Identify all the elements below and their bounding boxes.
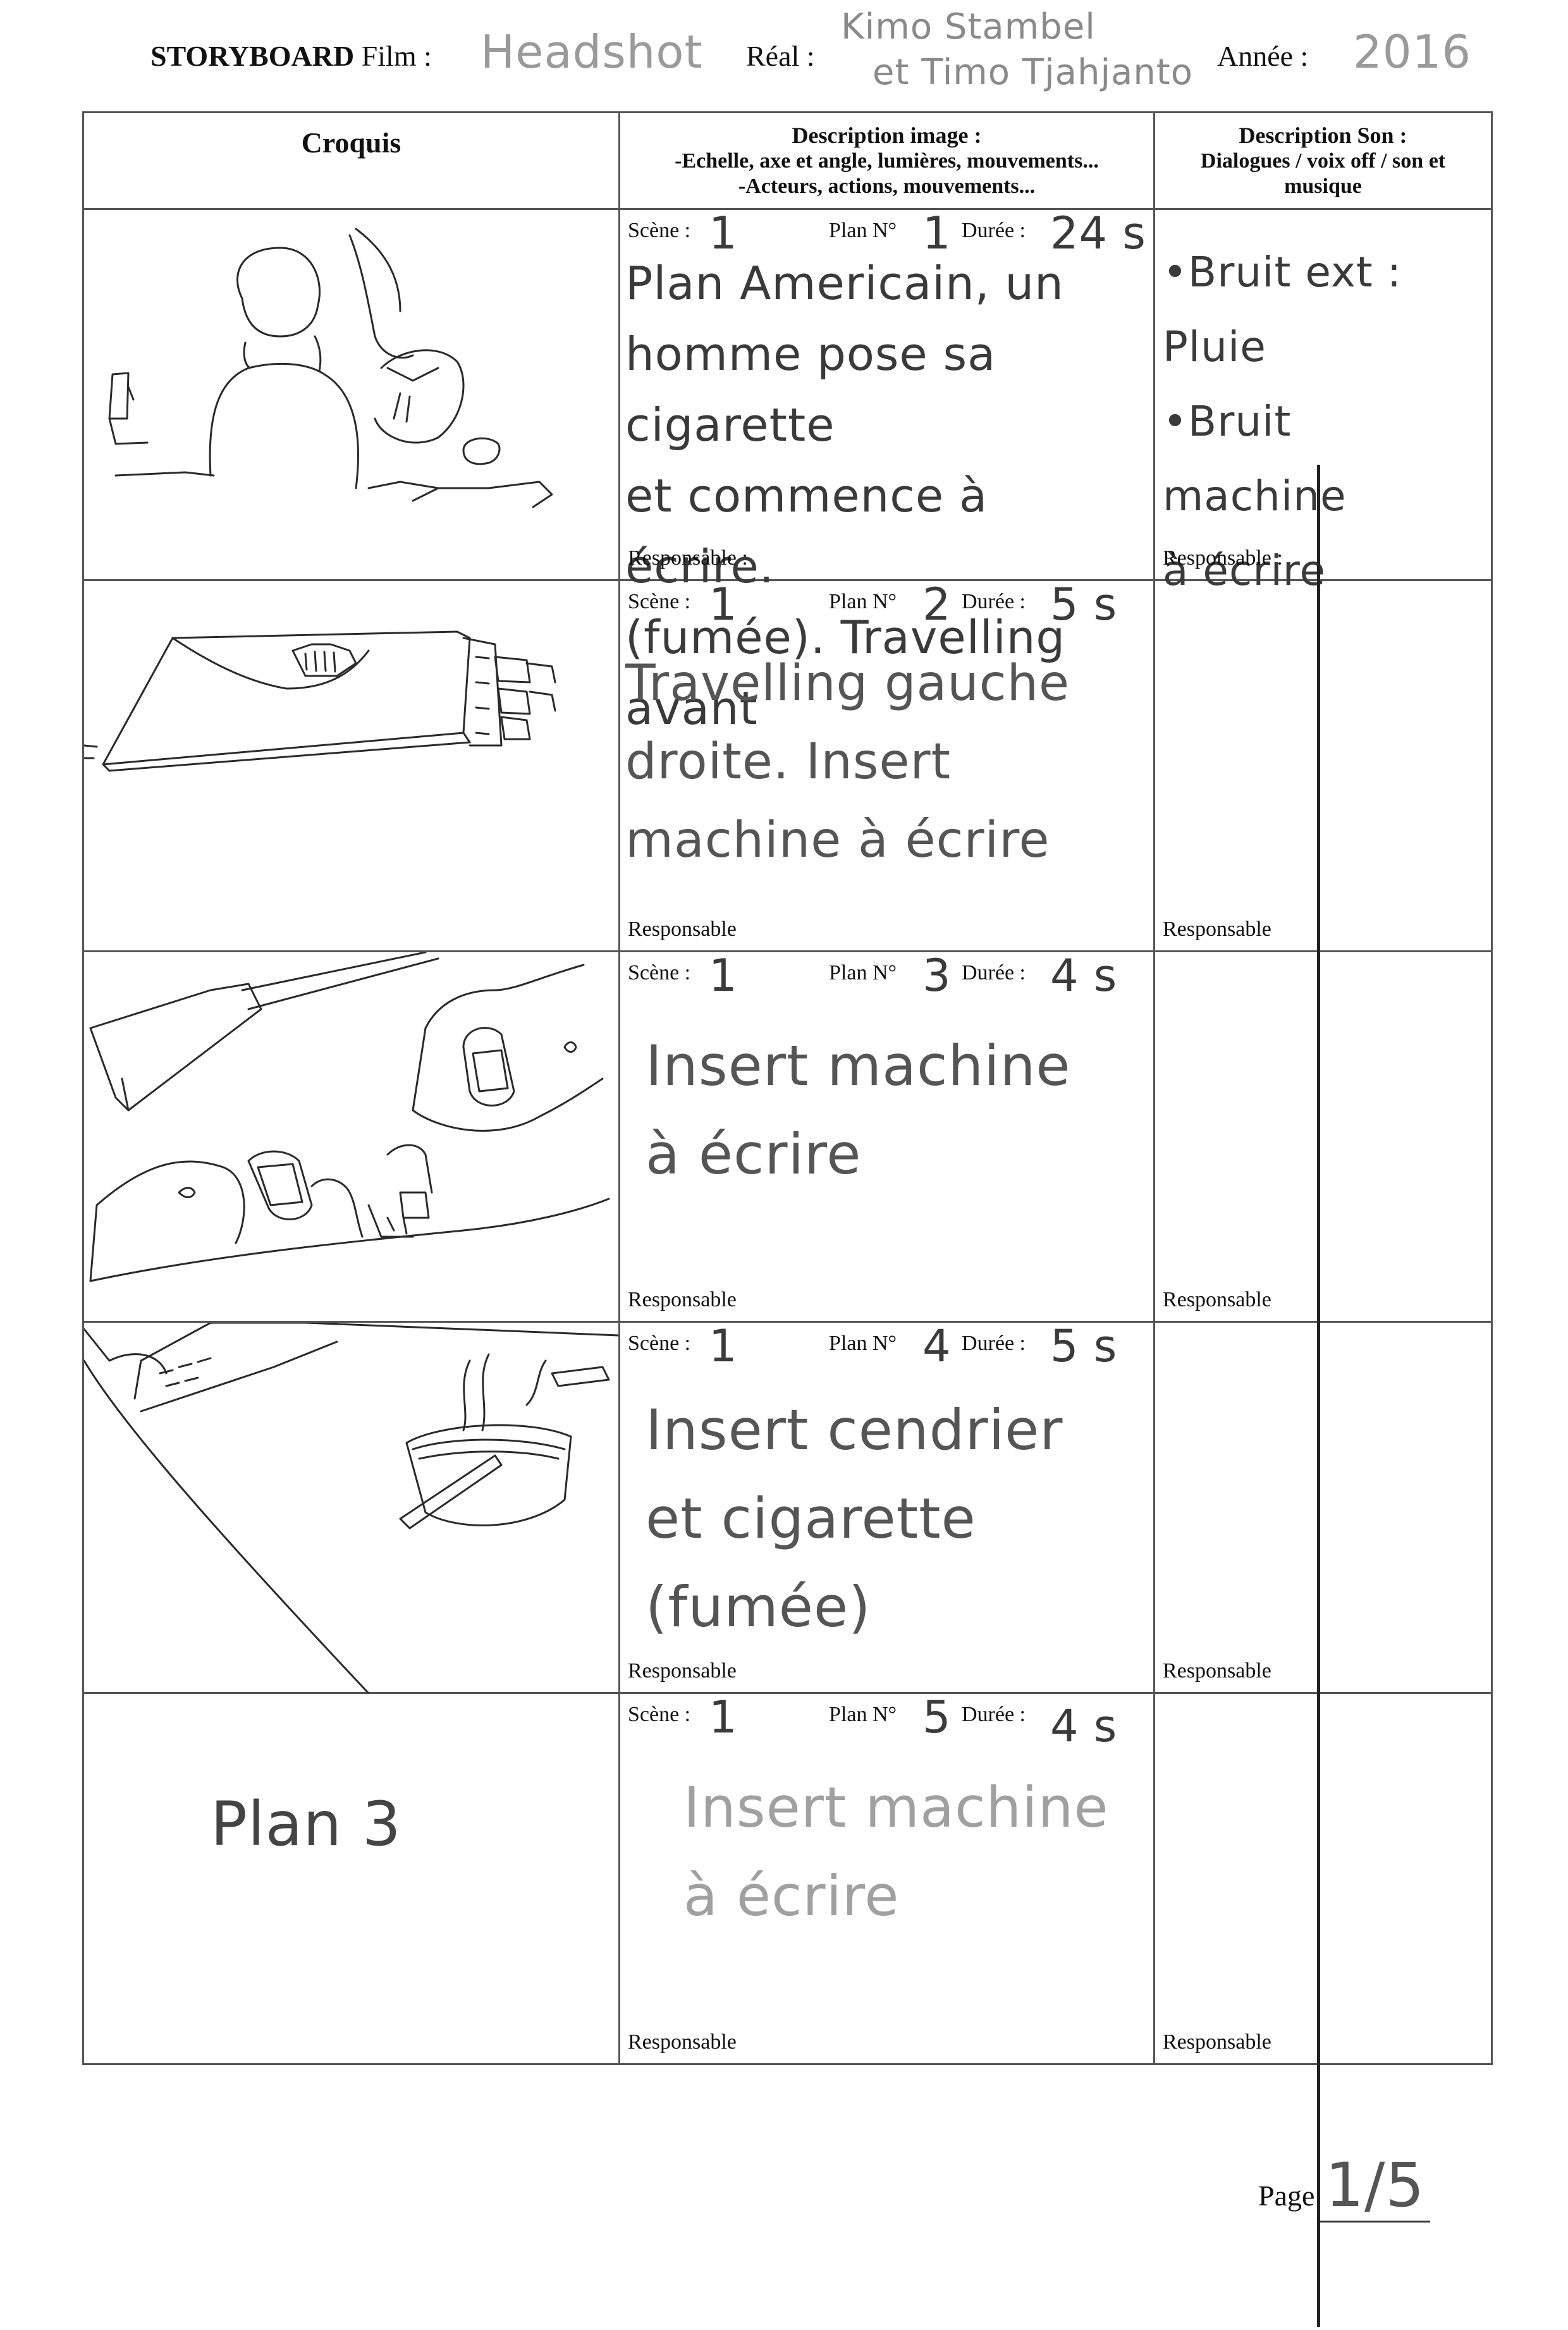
sound-cell: Responsable	[1153, 579, 1493, 952]
plan-label: Plan N°	[829, 589, 897, 613]
scene-value: 1	[709, 578, 738, 630]
desc-column-sub1: -Echelle, axe et angle, lumières, mouvem…	[675, 149, 1099, 173]
storyboard-table: Croquis Description image : -Echelle, ax…	[82, 111, 1493, 2065]
table-header-row: Croquis Description image : -Echelle, ax…	[82, 111, 1493, 211]
plan-value: 4	[922, 1320, 952, 1373]
responsable-label: Responsable	[628, 917, 737, 941]
duree-value: 5 s	[1050, 1320, 1118, 1373]
duree-label: Durée :	[962, 219, 1026, 243]
duree-value: 5 s	[1050, 578, 1118, 630]
scene-label: Scène :	[628, 960, 691, 984]
sound-cell: Responsable	[1153, 1692, 1493, 2065]
description-cell: Scène : 1 Plan N° 5 Durée : 4 s Insert m…	[618, 1691, 1155, 2065]
scene-value: 1	[709, 1691, 738, 1744]
sound-cell: •Bruit ext : Pluie •Bruit machine à écri…	[1153, 208, 1493, 595]
table-row: Scène : 1 Plan N° 3 Durée : 4 s Insert m…	[82, 949, 1493, 1323]
responsable-label: Responsable	[1163, 917, 1271, 941]
plan-value: 3	[922, 949, 952, 1002]
scene-label: Scène :	[628, 589, 691, 613]
storyboard-title: STORYBOARD	[150, 40, 355, 72]
sketch-cell	[82, 579, 620, 952]
responsable-label: Responsable	[628, 1288, 737, 1312]
desc-column-title: Description image :	[792, 123, 982, 148]
description-text: Insert machine à écrire	[683, 1775, 1109, 1929]
film-value: Headshot	[481, 25, 703, 78]
sound-cell: Responsable	[1153, 1321, 1493, 1695]
page-label: Page	[1258, 2180, 1315, 2212]
year-value: 2016	[1353, 25, 1472, 78]
page-number: 1/5	[1320, 2150, 1430, 2223]
scene-label: Scène :	[628, 1332, 691, 1356]
sketch-man-at-desk	[108, 228, 553, 508]
duree-label: Durée :	[962, 1332, 1026, 1356]
sketch-reference-text: Plan 3	[211, 1789, 401, 1860]
sound-column-sub2: musique	[1284, 175, 1362, 198]
real-value-line1: Kimo Stambel	[841, 6, 1096, 47]
description-cell: Scène : 1 Plan N° 3 Durée : 4 s Insert m…	[618, 949, 1155, 1323]
scene-value: 1	[709, 949, 738, 1002]
plan-label: Plan N°	[829, 219, 897, 243]
duree-label: Durée :	[962, 960, 1026, 984]
sketch-column-header: Croquis	[82, 111, 620, 211]
description-cell: Scène : 1 Plan N° 1 Durée : 24 s Plan Am…	[618, 207, 1155, 735]
table-row: Scène : 1 Plan N° 4 Durée : 5 s Insert c…	[82, 1320, 1493, 1695]
sketch-typewriter	[84, 630, 556, 772]
plan-label: Plan N°	[829, 960, 897, 984]
desc-column-header: Description image : -Echelle, axe et ang…	[618, 111, 1155, 211]
duree-label: Durée :	[962, 1703, 1026, 1727]
sketch-typewriter-keys	[89, 952, 610, 1282]
table-row: Scène : 1 Plan N° 2 Durée : 5 s Travelli…	[82, 578, 1493, 952]
responsable-label: Responsable	[628, 1659, 737, 1683]
plan-value: 5	[922, 1691, 952, 1744]
description-text: Travelling gauche droite. Insert machine…	[625, 654, 1070, 869]
real-value-line2: et Timo Tjahjanto	[873, 52, 1194, 93]
table-row: Plan 3 Scène : 1 Plan N° 5 Durée : 4 s I…	[82, 1691, 1493, 2065]
responsable-label: Responsable	[628, 2030, 737, 2054]
sound-cell: Responsable	[1153, 950, 1493, 1323]
sketch-cell	[82, 208, 620, 581]
scene-value: 1	[709, 1320, 738, 1373]
film-label: STORYBOARD Film :	[150, 39, 432, 73]
duree-label: Durée :	[962, 589, 1026, 613]
duree-value: 4 s	[1050, 949, 1118, 1002]
plan-label: Plan N°	[829, 1703, 897, 1727]
year-label: Année :	[1217, 40, 1309, 72]
scene-label: Scène :	[628, 219, 691, 243]
description-cell: Scène : 1 Plan N° 2 Durée : 5 s Travelli…	[618, 578, 1155, 952]
sketch-ashtray-cigarette	[84, 1323, 618, 1694]
responsable-label: Responsable	[1163, 1659, 1271, 1683]
responsable-label: Responsable	[1163, 2030, 1271, 2054]
description-text: Insert cendrier et cigarette (fumée)	[646, 1397, 1063, 1640]
sketch-cell: Plan 3	[82, 1692, 620, 2065]
sketch-cell	[82, 950, 620, 1323]
sound-column-title: Description Son :	[1239, 123, 1407, 148]
sound-column-sub1: Dialogues / voix off / son et	[1200, 149, 1446, 173]
table-row: Scène : 1 Plan N° 1 Durée : 24 s Plan Am…	[82, 207, 1493, 735]
scene-label: Scène :	[628, 1703, 691, 1727]
sound-column-header: Description Son : Dialogues / voix off /…	[1153, 111, 1493, 211]
responsable-label: Responsable :	[1163, 546, 1283, 570]
responsable-label: Responsable :	[628, 546, 748, 570]
description-cell: Scène : 1 Plan N° 4 Durée : 5 s Insert c…	[618, 1320, 1155, 1695]
plan-value: 2	[922, 578, 952, 630]
plan-label: Plan N°	[829, 1332, 897, 1356]
real-label: Réal :	[746, 40, 815, 72]
sketch-column-title: Croquis	[301, 126, 401, 159]
responsable-label: Responsable	[1163, 1288, 1271, 1312]
sketch-cell	[82, 1321, 620, 1695]
sound-duration-line	[1317, 465, 1320, 2330]
description-text: Insert machine à écrire	[646, 1033, 1071, 1187]
desc-column-sub2: -Acteurs, actions, mouvements...	[738, 175, 1036, 198]
duree-value: 4 s	[1050, 1700, 1118, 1753]
film-label-text: Film :	[361, 40, 432, 72]
